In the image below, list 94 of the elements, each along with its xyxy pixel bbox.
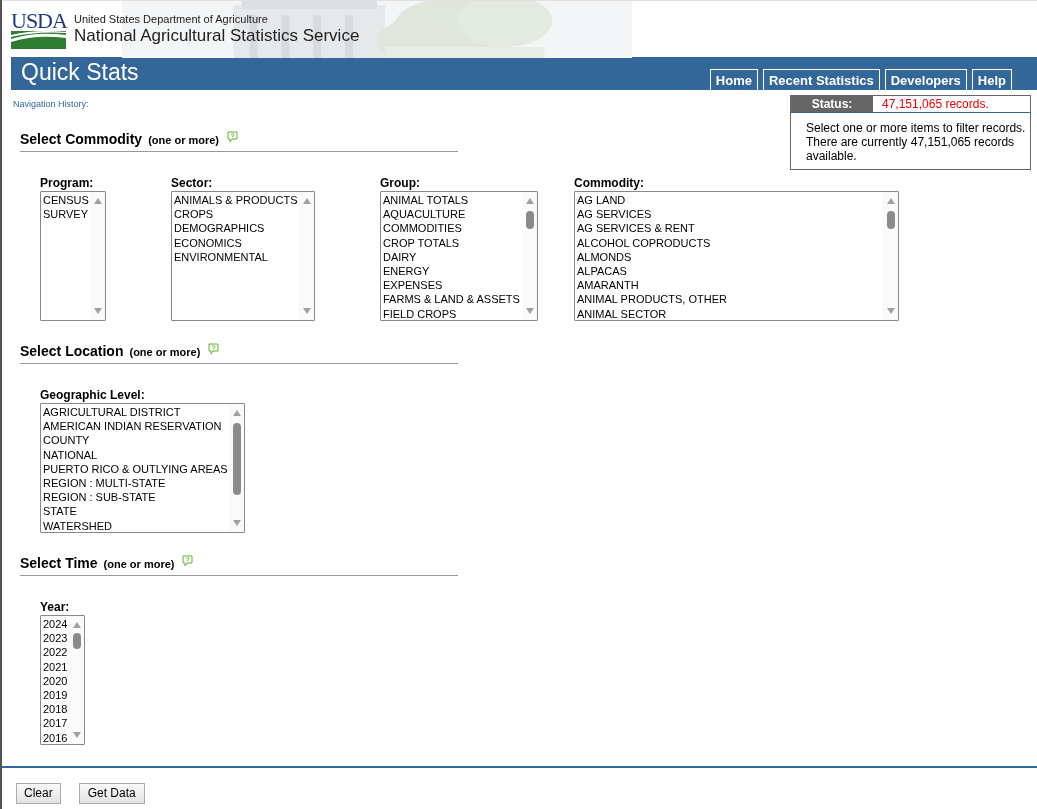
section-hint: (one or more) <box>129 346 201 358</box>
list-option[interactable]: 2022 <box>43 645 68 660</box>
list-option[interactable]: ALPACAS <box>577 264 727 279</box>
list-option[interactable]: FIELD CROPS <box>383 306 520 320</box>
service-name: National Agricultural Statistics Service <box>74 26 360 46</box>
list-label: Sector: <box>171 176 214 190</box>
list-option[interactable]: COMMODITIES <box>383 221 520 236</box>
help-icon[interactable] <box>208 343 220 355</box>
list-option[interactable]: ANIMAL TOTALS <box>383 193 520 208</box>
scroll-up-icon[interactable] <box>71 621 82 629</box>
section-title: Select Location <box>20 343 124 359</box>
scroll-down-icon[interactable] <box>71 731 82 739</box>
list-option[interactable]: ALMONDS <box>577 249 727 264</box>
list-option[interactable]: CENSUS <box>43 193 89 208</box>
scroll-down-icon[interactable] <box>301 307 312 315</box>
list-option[interactable]: 2018 <box>43 702 68 717</box>
list-option[interactable]: AGRICULTURAL DISTRICT <box>43 405 228 420</box>
scroll-thumb[interactable] <box>73 633 81 649</box>
list-box[interactable]: CENSUS SURVEY <box>40 191 106 321</box>
record-count: 47,151,065 records. <box>881 96 989 112</box>
list-option[interactable]: DEMOGRAPHICS <box>174 221 298 236</box>
scroll-down-icon[interactable] <box>231 519 242 527</box>
status-message: Select one or more items to filter records. There are currently 47,151,065 records available. <box>806 121 1026 163</box>
usda-logo: USDA <box>11 11 66 49</box>
list-option[interactable]: ECONOMICS <box>174 235 298 250</box>
list-option[interactable]: NATIONAL <box>43 447 228 462</box>
list-label: Commodity: <box>574 176 645 190</box>
nav-tab[interactable]: Developers <box>884 69 967 90</box>
list-option[interactable]: 2016 <box>43 730 68 744</box>
list-box[interactable]: ANIMALS & PRODUCTS CROPS DEMOGRAPHICS ECONOMICS ENVIRONMENTAL <box>171 191 315 321</box>
scroll-down-icon[interactable] <box>524 307 535 315</box>
list-option[interactable]: AQUACULTURE <box>383 207 520 222</box>
list-option[interactable]: CROP TOTALS <box>383 235 520 250</box>
list-option[interactable]: 2017 <box>43 716 68 731</box>
list-option[interactable]: 2019 <box>43 688 68 703</box>
nav-tab[interactable]: Help <box>971 69 1012 90</box>
list-option[interactable]: 2024 <box>43 617 68 632</box>
scroll-up-icon[interactable] <box>301 197 312 205</box>
scroll-up-icon[interactable] <box>885 197 896 205</box>
list-option[interactable]: REGION : MULTI-STATE <box>43 476 228 491</box>
section-hint: (one or more) <box>148 134 220 146</box>
list-option[interactable]: EXPENSES <box>383 278 520 293</box>
list-option[interactable]: 2021 <box>43 659 68 674</box>
page-title: Quick Stats <box>20 59 139 87</box>
scroll-thumb[interactable] <box>233 423 241 495</box>
list-option[interactable]: 2023 <box>43 631 68 646</box>
help-icon[interactable] <box>227 131 239 143</box>
list-option[interactable]: AG SERVICES & RENT <box>577 221 727 236</box>
scroll-down-icon[interactable] <box>885 307 896 315</box>
scroll-down-icon[interactable] <box>92 307 103 315</box>
form-button[interactable]: Clear <box>16 783 61 804</box>
list-option[interactable]: COUNTY <box>43 433 228 448</box>
list-option[interactable]: DAIRY <box>383 249 520 264</box>
list-box[interactable]: 2024 2023 2022 2021 2020 2019 2018 2017 2016 <box>40 615 85 745</box>
scroll-thumb[interactable] <box>887 211 895 229</box>
nav-tab[interactable]: Home <box>709 69 758 90</box>
list-box[interactable]: AGRICULTURAL DISTRICT AMERICAN INDIAN RESERVATION COUNTY NATIONAL PUERTO RICO & OUTLYING AREAS REGION : MULTI-STATE REGION : SUB-STATE STATE WATERSHED <box>40 403 245 533</box>
scroll-up-icon[interactable] <box>231 409 242 417</box>
list-option[interactable]: SURVEY <box>43 207 89 222</box>
list-box[interactable]: ANIMAL TOTALS AQUACULTURE COMMODITIES CROP TOTALS DAIRY ENERGY EXPENSES FARMS & LAND & ASSETS FIELD CROPS <box>380 191 538 321</box>
status-label: Status: <box>791 96 873 112</box>
navigation-history-link[interactable]: Navigation History: <box>13 90 89 109</box>
section-title: Select Time <box>20 555 98 571</box>
nav-tab[interactable]: Recent Statistics <box>762 69 880 90</box>
department-name: United States Department of Agriculture <box>74 13 269 25</box>
list-option[interactable]: CROPS <box>174 207 298 222</box>
list-option[interactable]: AG LAND <box>577 193 727 208</box>
list-option[interactable]: STATE <box>43 504 228 519</box>
form-button[interactable]: Get Data <box>78 783 145 804</box>
list-option[interactable]: ANIMAL SECTOR <box>577 306 727 320</box>
list-option[interactable]: ENERGY <box>383 264 520 279</box>
list-option[interactable]: ANIMALS & PRODUCTS <box>174 193 298 208</box>
list-option[interactable]: AG SERVICES <box>577 207 727 222</box>
list-option[interactable]: ALCOHOL COPRODUCTS <box>577 235 727 250</box>
list-option[interactable]: ENVIRONMENTAL <box>174 249 298 264</box>
scroll-up-icon[interactable] <box>92 197 103 205</box>
help-icon[interactable] <box>182 555 194 567</box>
section-hint: (one or more) <box>103 558 175 570</box>
list-option[interactable]: AMERICAN INDIAN RESERVATION <box>43 419 228 434</box>
list-option[interactable]: WATERSHED <box>43 518 228 532</box>
list-option[interactable]: ANIMAL PRODUCTS, OTHER <box>577 292 727 307</box>
list-option[interactable]: AMARANTH <box>577 278 727 293</box>
scroll-thumb[interactable] <box>526 211 534 229</box>
list-label: Geographic Level: <box>40 388 146 402</box>
list-option[interactable]: FARMS & LAND & ASSETS <box>383 292 520 307</box>
list-box[interactable]: AG LAND AG SERVICES AG SERVICES & RENT ALCOHOL COPRODUCTS ALMONDS ALPACAS AMARANTH ANIMAL PRODUCTS, OTHER ANIMAL SECTOR <box>574 191 899 321</box>
list-option[interactable]: PUERTO RICO & OUTLYING AREAS <box>43 461 228 476</box>
list-label: Group: <box>380 176 421 190</box>
list-label: Year: <box>40 600 71 614</box>
list-label: Program: <box>40 176 95 190</box>
scroll-up-icon[interactable] <box>524 197 535 205</box>
list-option[interactable]: REGION : SUB-STATE <box>43 490 228 505</box>
list-option[interactable]: 2020 <box>43 673 68 688</box>
section-title: Select Commodity <box>20 131 143 147</box>
